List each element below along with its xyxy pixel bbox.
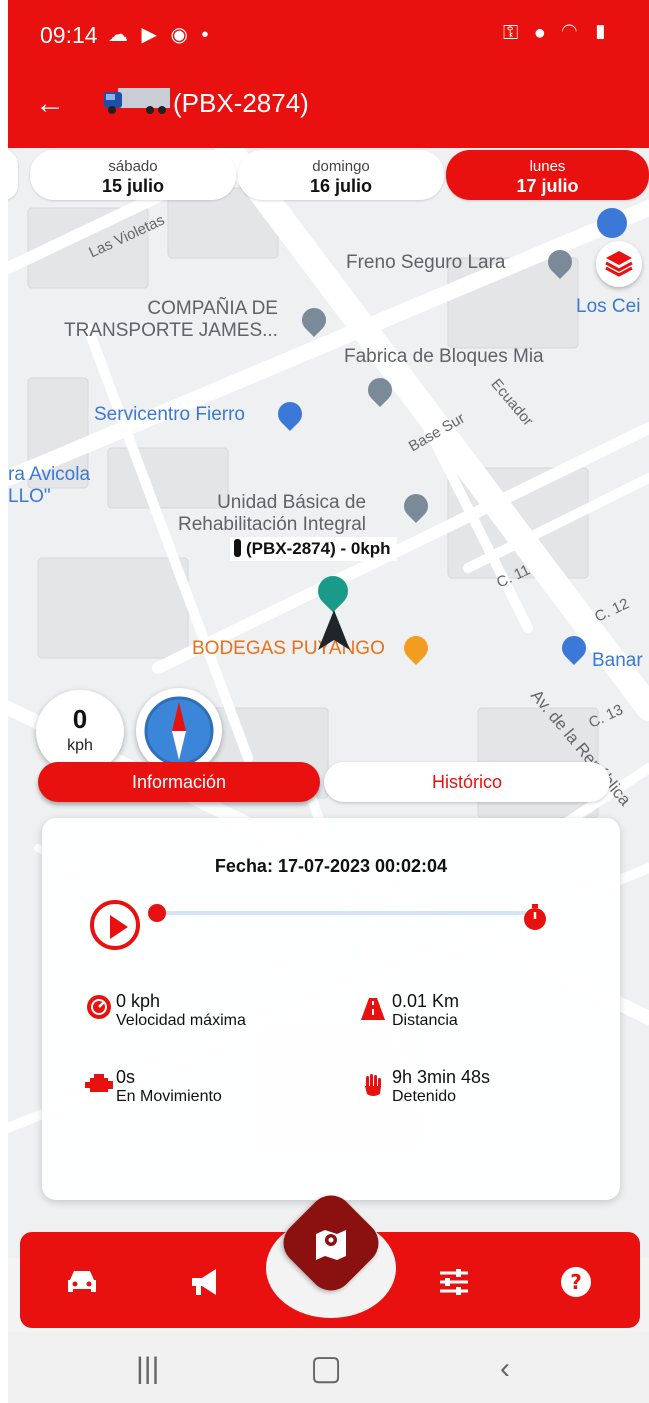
trip-date: Fecha: 17-07-2023 00:02:04 [214, 856, 448, 876]
help-icon[interactable]: ? [558, 1264, 594, 1300]
stat-stopped-value: 9h 3min 48s [392, 1067, 491, 1087]
tab-informacion[interactable]: Información [38, 762, 320, 802]
place-los-ceibos[interactable]: Los Cei [576, 296, 640, 318]
vehicle-label[interactable]: (PBX-2874) - 0kph [230, 537, 397, 561]
map-pin-icon[interactable] [313, 1226, 349, 1262]
stat-distance: 0.01 Km Distancia [392, 992, 459, 1030]
stat-stopped-label: Detenido [392, 1088, 457, 1105]
date-pill-monday[interactable]: lunes 17 julio [446, 150, 649, 200]
system-status-icons: ⚿ ● ◠ ▮ [502, 22, 613, 44]
date-day: lunes [529, 158, 566, 175]
date-pill-prev-partial[interactable] [8, 150, 18, 200]
notification-icons: ☁ ▶ ◉ • [108, 24, 213, 46]
speed-value: 0 [72, 704, 88, 734]
place-avicola[interactable]: ra Avicola LLO" [8, 464, 90, 508]
app-bar: ← (PBX-2874) [8, 70, 649, 148]
stat-stopped: 9h 3min 48s Detenido [392, 1068, 490, 1106]
playback-track[interactable] [157, 911, 527, 915]
back-arrow-icon[interactable]: ← [30, 84, 70, 124]
hand-stop-icon [365, 1074, 381, 1096]
date-day: sábado [108, 158, 158, 175]
speed-unit: kph [67, 737, 93, 754]
date-value: 17 julio [516, 176, 579, 196]
system-nav-bar: ||| ▢ ‹ [8, 1332, 649, 1403]
engine-icon [85, 1074, 113, 1092]
place-fabrica-bloques[interactable]: Fabrica de Bloques Mia [344, 346, 544, 368]
stat-moving-value: 0s [116, 1067, 136, 1087]
place-bodegas-puyango[interactable]: BODEGAS PUYANGO [192, 638, 385, 660]
truck-icon [104, 88, 170, 114]
stat-moving-label: En Movimiento [116, 1088, 222, 1105]
road-icon [361, 998, 385, 1020]
layers-icon [605, 251, 633, 277]
status-time: 09:14 [40, 22, 98, 48]
place-freno-seguro[interactable]: Freno Seguro Lara [346, 252, 506, 274]
date-day: domingo [312, 158, 370, 175]
place-compania-transporte[interactable]: COMPAÑIA DE TRANSPORTE JAMES... [64, 298, 278, 342]
timer-icon [524, 904, 546, 930]
sliders-icon[interactable] [436, 1264, 472, 1300]
date-pill-saturday[interactable]: sábado 15 julio [30, 150, 236, 200]
stat-distance-value: 0.01 Km [392, 991, 460, 1011]
place-servicentro-fierro[interactable]: Servicentro Fierro [94, 404, 245, 426]
stat-distance-label: Distancia [392, 1012, 458, 1029]
layers-button[interactable] [596, 241, 642, 287]
tab-historico[interactable]: Histórico [324, 762, 610, 802]
playback-knob[interactable] [148, 904, 166, 922]
date-value: 16 julio [309, 176, 372, 196]
megaphone-icon[interactable] [188, 1264, 224, 1300]
play-button[interactable] [90, 900, 140, 950]
date-value: 15 julio [101, 176, 164, 196]
stat-max-speed-label: Velocidad máxima [116, 1012, 246, 1029]
recent-apps-icon[interactable]: ||| [136, 1352, 159, 1386]
system-back-icon[interactable]: ‹ [500, 1352, 510, 1386]
home-icon[interactable]: ▢ [310, 1348, 342, 1388]
status-bar: 09:14 ☁ ▶ ◉ • ⚿ ● ◠ ▮ [8, 0, 649, 70]
place-unidad-basica[interactable]: Unidad Básica de Rehabilitación Integral [178, 492, 366, 536]
trip-info-card: Fecha: 17-07-2023 00:02:04 0 kph Velocid… [42, 818, 620, 1200]
vehicle-title: (PBX-2874) [173, 88, 309, 118]
cart-pin-icon[interactable] [597, 208, 627, 238]
svg-text:?: ? [570, 1270, 582, 1294]
vehicle-arrow-icon[interactable] [316, 608, 352, 652]
date-selector: sábado 15 julio domingo 16 julio lunes 1… [8, 148, 649, 202]
place-banar[interactable]: Banar [592, 650, 643, 672]
stat-moving: 0s En Movimiento [116, 1068, 222, 1106]
stat-max-speed: 0 kph Velocidad máxima [116, 992, 246, 1030]
app-frame: Freno Seguro Lara Los Cei COMPAÑIA DE TR… [8, 0, 649, 1403]
stat-max-speed-value: 0 kph [116, 991, 161, 1011]
speedometer-icon [87, 995, 111, 1019]
date-pill-sunday[interactable]: domingo 16 julio [238, 150, 444, 200]
car-icon[interactable] [64, 1264, 100, 1300]
